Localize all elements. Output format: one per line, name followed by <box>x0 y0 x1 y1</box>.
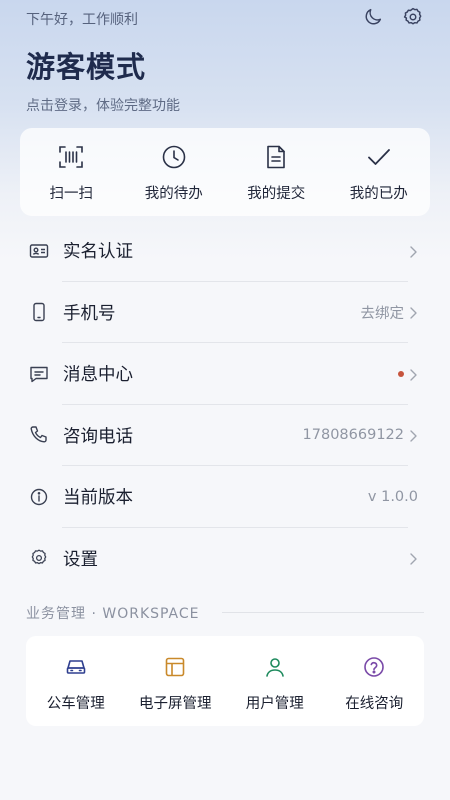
menu-item-hotline[interactable]: 咨询电话 17808669122 <box>26 405 424 466</box>
menu-item-label: 咨询电话 <box>63 426 133 447</box>
chevron-right-icon <box>408 244 418 258</box>
quick-action-done[interactable]: 我的已办 <box>328 128 431 216</box>
settings-menu: 实名认证 手机号 去绑定 消息中心 咨询电话 17808669122 当前版本 … <box>26 220 424 589</box>
quick-action-label: 我的提交 <box>247 186 306 202</box>
workspace-item-label: 电子屏管理 <box>139 696 212 712</box>
settings-icon[interactable] <box>402 6 424 28</box>
workspace-item-label: 在线咨询 <box>345 696 404 712</box>
screen-layout-icon <box>164 656 186 678</box>
id-card-icon <box>28 240 50 262</box>
workspace-item-label: 用户管理 <box>245 696 304 712</box>
version-number: v 1.0.0 <box>367 488 418 505</box>
login-prompt[interactable]: 点击登录，体验完整功能 <box>26 95 180 115</box>
telephone-icon <box>28 424 50 446</box>
quick-actions-card: 扫一扫 我的待办 我的提交 我的已办 <box>20 128 430 216</box>
unread-dot <box>398 370 404 377</box>
phone-bind-link[interactable]: 去绑定 <box>361 302 405 323</box>
menu-item-label: 消息中心 <box>63 365 133 386</box>
phone-icon <box>28 301 50 323</box>
workspace-item-vehicles[interactable]: 公车管理 <box>26 636 126 726</box>
menu-item-phone[interactable]: 手机号 去绑定 <box>26 282 424 343</box>
gear-icon <box>28 547 50 569</box>
help-icon <box>363 656 385 678</box>
workspace-item-consult[interactable]: 在线咨询 <box>325 636 425 726</box>
chevron-right-icon <box>408 367 418 381</box>
scan-icon <box>58 144 84 170</box>
page-title[interactable]: 游客模式 <box>26 44 146 86</box>
car-icon <box>65 656 87 678</box>
document-icon <box>263 144 289 170</box>
workspace-section-title: 业务管理 · WORKSPACE <box>26 606 200 622</box>
chevron-right-icon <box>408 551 418 565</box>
workspace-divider <box>222 612 424 613</box>
header-icons <box>362 6 424 28</box>
quick-action-todo[interactable]: 我的待办 <box>123 128 226 216</box>
menu-item-label: 设置 <box>63 549 98 570</box>
menu-item-label: 实名认证 <box>63 242 133 263</box>
check-icon <box>366 144 392 170</box>
user-icon <box>264 656 286 678</box>
quick-action-label: 我的已办 <box>349 186 408 202</box>
menu-item-settings[interactable]: 设置 <box>26 528 424 590</box>
quick-action-scan[interactable]: 扫一扫 <box>20 128 123 216</box>
chevron-right-icon <box>408 305 418 319</box>
hotline-number: 17808669122 <box>302 427 404 444</box>
message-icon <box>28 363 50 385</box>
menu-item-version: 当前版本 v 1.0.0 <box>26 466 424 528</box>
clock-icon <box>161 144 187 170</box>
chevron-right-icon <box>408 428 418 442</box>
menu-item-label: 手机号 <box>63 303 116 324</box>
greeting-text: 下午好，工作顺利 <box>26 12 138 28</box>
workspace-item-users[interactable]: 用户管理 <box>225 636 325 726</box>
workspace-card: 公车管理 电子屏管理 用户管理 在线咨询 <box>26 636 424 726</box>
info-icon <box>28 486 50 508</box>
quick-action-label: 扫一扫 <box>49 186 94 202</box>
workspace-item-label: 公车管理 <box>46 696 105 712</box>
menu-item-label: 当前版本 <box>63 488 133 509</box>
workspace-item-screens[interactable]: 电子屏管理 <box>126 636 226 726</box>
menu-item-real-name[interactable]: 实名认证 <box>26 220 424 282</box>
moon-icon[interactable] <box>362 6 384 28</box>
menu-item-messages[interactable]: 消息中心 <box>26 343 424 405</box>
quick-action-submitted[interactable]: 我的提交 <box>225 128 328 216</box>
quick-action-label: 我的待办 <box>144 186 203 202</box>
